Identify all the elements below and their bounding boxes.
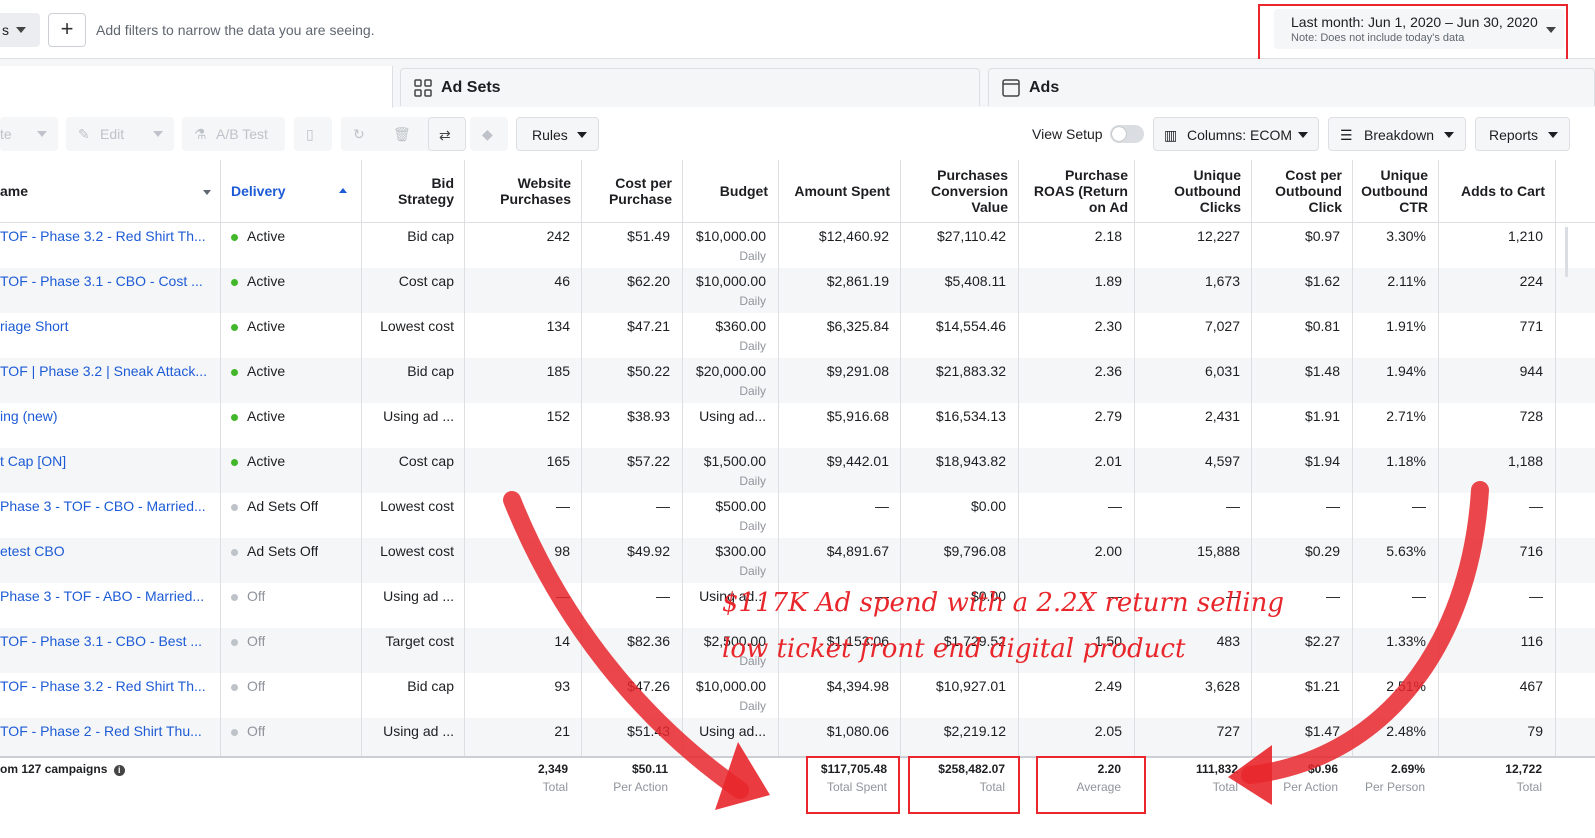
annotation-text-line1: $117K Ad spend with a 2.2X return sellin… xyxy=(722,588,1284,618)
annotation-text-line2: low ticket front end digital product xyxy=(722,634,1186,664)
annotation-arrow-right xyxy=(1241,481,1489,784)
annotation-arrow-right-head xyxy=(1228,745,1272,805)
annotation-arrows xyxy=(503,481,1489,810)
annotation-arrow-left xyxy=(503,491,749,799)
